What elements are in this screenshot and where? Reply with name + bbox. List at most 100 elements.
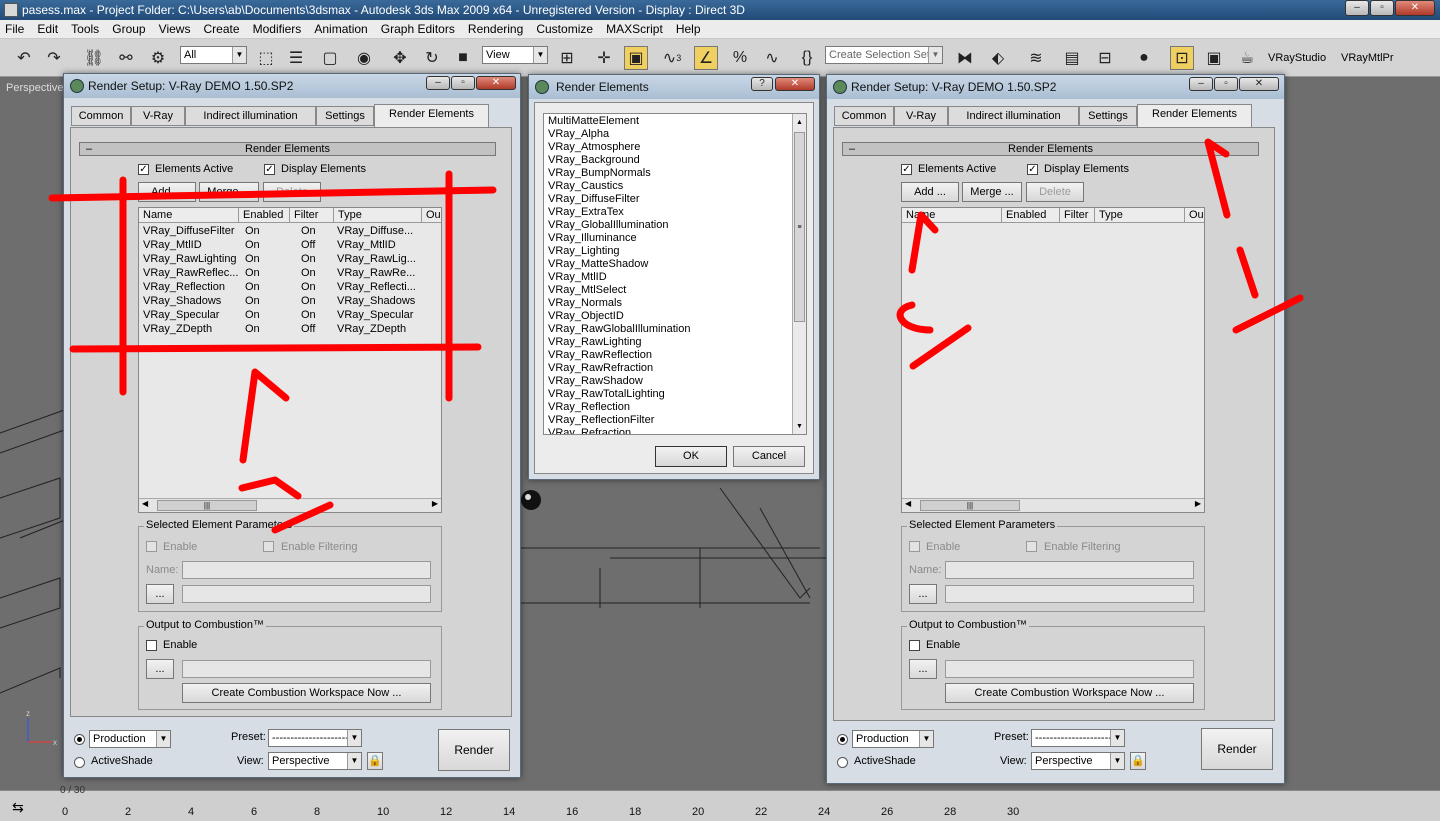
add-button[interactable]: Add ... — [901, 182, 959, 202]
table-row[interactable]: VRay_RawReflec... On On VRay_RawRe... — [139, 267, 441, 281]
list-item[interactable]: VRay_RawRefraction — [546, 362, 792, 375]
move-icon[interactable]: ✥ — [388, 46, 412, 70]
preset-dropdown[interactable]: ---------------------- ▼ — [1031, 729, 1125, 747]
list-item[interactable]: VRay_RawGlobalIllumination — [546, 323, 792, 336]
name-field[interactable] — [182, 561, 431, 579]
tab-vray[interactable]: V-Ray — [894, 106, 948, 126]
snap-toggle-icon[interactable]: ∿ 3 — [660, 46, 684, 70]
minimize-icon[interactable]: – — [1189, 77, 1213, 91]
manipulate-icon[interactable]: ✛ — [592, 46, 616, 70]
timeline[interactable]: 0 / 30 ⇆ — [0, 785, 1440, 821]
layer-manager-icon[interactable]: ≋ — [1024, 46, 1048, 70]
rendered-frame-window-icon[interactable]: ▣ — [1202, 46, 1226, 70]
list-item[interactable]: VRay_MatteShadow — [546, 258, 792, 271]
scroll-thumb[interactable]: ≡ — [794, 132, 805, 322]
percent-snap-icon[interactable]: % — [728, 46, 752, 70]
undo-icon[interactable]: ↶ — [12, 46, 36, 70]
col-enabled[interactable]: Enabled — [239, 208, 290, 223]
list-item[interactable]: VRay_GlobalIllumination — [546, 219, 792, 232]
material-editor-icon[interactable]: ● — [1132, 46, 1156, 70]
table-row[interactable]: VRay_Shadows On On VRay_Shadows — [139, 295, 441, 309]
col-output[interactable]: Ou — [422, 208, 441, 223]
menu-help[interactable]: Help — [671, 20, 706, 39]
render-elements-rollout-header[interactable]: – Render Elements — [842, 142, 1259, 156]
list-item[interactable]: VRay_RawLighting — [546, 336, 792, 349]
select-by-name-icon[interactable]: ☰ — [284, 46, 308, 70]
production-dropdown[interactable]: Production ▼ — [852, 730, 934, 748]
combustion-path-field[interactable] — [945, 660, 1194, 678]
menu-rendering[interactable]: Rendering — [463, 20, 528, 39]
path-field[interactable] — [945, 585, 1194, 603]
menu-animation[interactable]: Animation — [309, 20, 372, 39]
render-button[interactable]: Render — [438, 729, 510, 771]
combustion-enable-checkbox[interactable] — [146, 640, 157, 651]
list-item[interactable]: VRay_BumpNormals — [546, 167, 792, 180]
selection-filter-dropdown[interactable]: All ▼ — [180, 46, 247, 64]
scroll-right-icon[interactable]: ▶ — [1195, 499, 1201, 508]
element-type-list[interactable]: MultiMatteElement VRay_Alpha VRay_Atmosphe… — [543, 113, 807, 435]
vray-mtl-button[interactable]: VRayMtlPr — [1341, 52, 1394, 64]
list-item[interactable]: VRay_MtlSelect — [546, 284, 792, 297]
menu-maxscript[interactable]: MAXScript — [601, 20, 668, 39]
display-elements-checkbox[interactable]: ✓ — [264, 164, 275, 175]
production-radio[interactable] — [837, 734, 848, 745]
elements-active-checkbox[interactable]: ✓ — [901, 164, 912, 175]
scroll-down-icon[interactable]: ▼ — [796, 420, 803, 433]
menu-edit[interactable]: Edit — [32, 20, 63, 39]
close-icon[interactable]: ✕ — [476, 76, 516, 90]
table-row[interactable]: VRay_Reflection On On VRay_Reflecti... — [139, 281, 441, 295]
scroll-thumb[interactable]: ||| — [920, 500, 1020, 511]
collapse-icon[interactable]: – — [849, 143, 855, 155]
menu-graph-editors[interactable]: Graph Editors — [376, 20, 460, 39]
combustion-browse-button[interactable]: ... — [909, 659, 937, 679]
scroll-left-icon[interactable]: ◀ — [905, 499, 911, 508]
reference-coord-dropdown[interactable]: View ▼ — [482, 46, 548, 64]
render-elements-titlebar[interactable]: Render Elements ? ✕ — [529, 75, 819, 99]
tab-common[interactable]: Common — [834, 106, 894, 126]
maximize-icon[interactable]: ▫ — [1214, 77, 1238, 91]
close-icon[interactable]: ✕ — [1239, 77, 1279, 91]
mirror-icon[interactable]: ⧓ — [953, 46, 977, 70]
combustion-browse-button[interactable]: ... — [146, 659, 174, 679]
list-item[interactable]: VRay_RawTotalLighting — [546, 388, 792, 401]
keyboard-shortcut-icon[interactable]: ▣ — [624, 46, 648, 70]
table-row[interactable]: VRay_ZDepth On Off VRay_ZDepth — [139, 323, 441, 337]
activeshade-radio[interactable] — [837, 757, 848, 768]
combustion-path-field[interactable] — [182, 660, 431, 678]
app-icon[interactable] — [4, 3, 18, 17]
create-combustion-workspace-button[interactable]: Create Combustion Workspace Now ... — [945, 683, 1194, 703]
col-filter[interactable]: Filter — [290, 208, 334, 223]
collapse-icon[interactable]: – — [86, 143, 92, 155]
list-item[interactable]: VRay_Illuminance — [546, 232, 792, 245]
align-icon[interactable]: ⬖ — [986, 46, 1010, 70]
menu-customize[interactable]: Customize — [531, 20, 598, 39]
scale-icon[interactable]: ■ — [451, 46, 475, 70]
production-dropdown[interactable]: Production ▼ — [89, 730, 171, 748]
col-name[interactable]: Name — [139, 208, 239, 223]
select-object-icon[interactable]: ⬚ — [254, 46, 278, 70]
schematic-view-icon[interactable]: ⊟ — [1093, 46, 1117, 70]
named-selection-dropdown[interactable]: Create Selection Set ▼ — [825, 46, 943, 64]
scroll-right-icon[interactable]: ▶ — [432, 499, 438, 508]
scroll-thumb[interactable]: ||| — [157, 500, 257, 511]
list-item[interactable]: VRay_Atmosphere — [546, 141, 792, 154]
tab-render-elements[interactable]: Render Elements — [1137, 104, 1252, 127]
angle-snap-icon[interactable]: ∠ — [694, 46, 718, 70]
list-item[interactable]: VRay_Normals — [546, 297, 792, 310]
redo-icon[interactable]: ↷ — [42, 46, 66, 70]
tab-common[interactable]: Common — [71, 106, 131, 126]
menu-create[interactable]: Create — [199, 20, 245, 39]
key-mode-icon[interactable]: ⇆ — [12, 799, 24, 816]
col-output[interactable]: Ou — [1185, 208, 1204, 223]
menu-group[interactable]: Group — [107, 20, 150, 39]
bind-spacewarp-icon[interactable]: ⚙ — [146, 46, 170, 70]
ok-button[interactable]: OK — [655, 446, 727, 467]
render-elements-rollout-header[interactable]: – Render Elements — [79, 142, 496, 156]
render-setup-right-titlebar[interactable]: Render Setup: V-Ray DEMO 1.50.SP2 – ▫ ✕ — [827, 75, 1284, 99]
scroll-up-icon[interactable]: ▲ — [796, 116, 803, 129]
viewport-label[interactable]: Perspective — [6, 82, 63, 94]
table-row[interactable]: VRay_Specular On On VRay_Specular — [139, 309, 441, 323]
list-item[interactable]: VRay_Refraction — [546, 427, 792, 434]
rect-selection-icon[interactable]: ▢ — [318, 46, 342, 70]
elements-listview[interactable]: Name Enabled Filter Type Ou VRay_Diffuse… — [138, 207, 442, 513]
